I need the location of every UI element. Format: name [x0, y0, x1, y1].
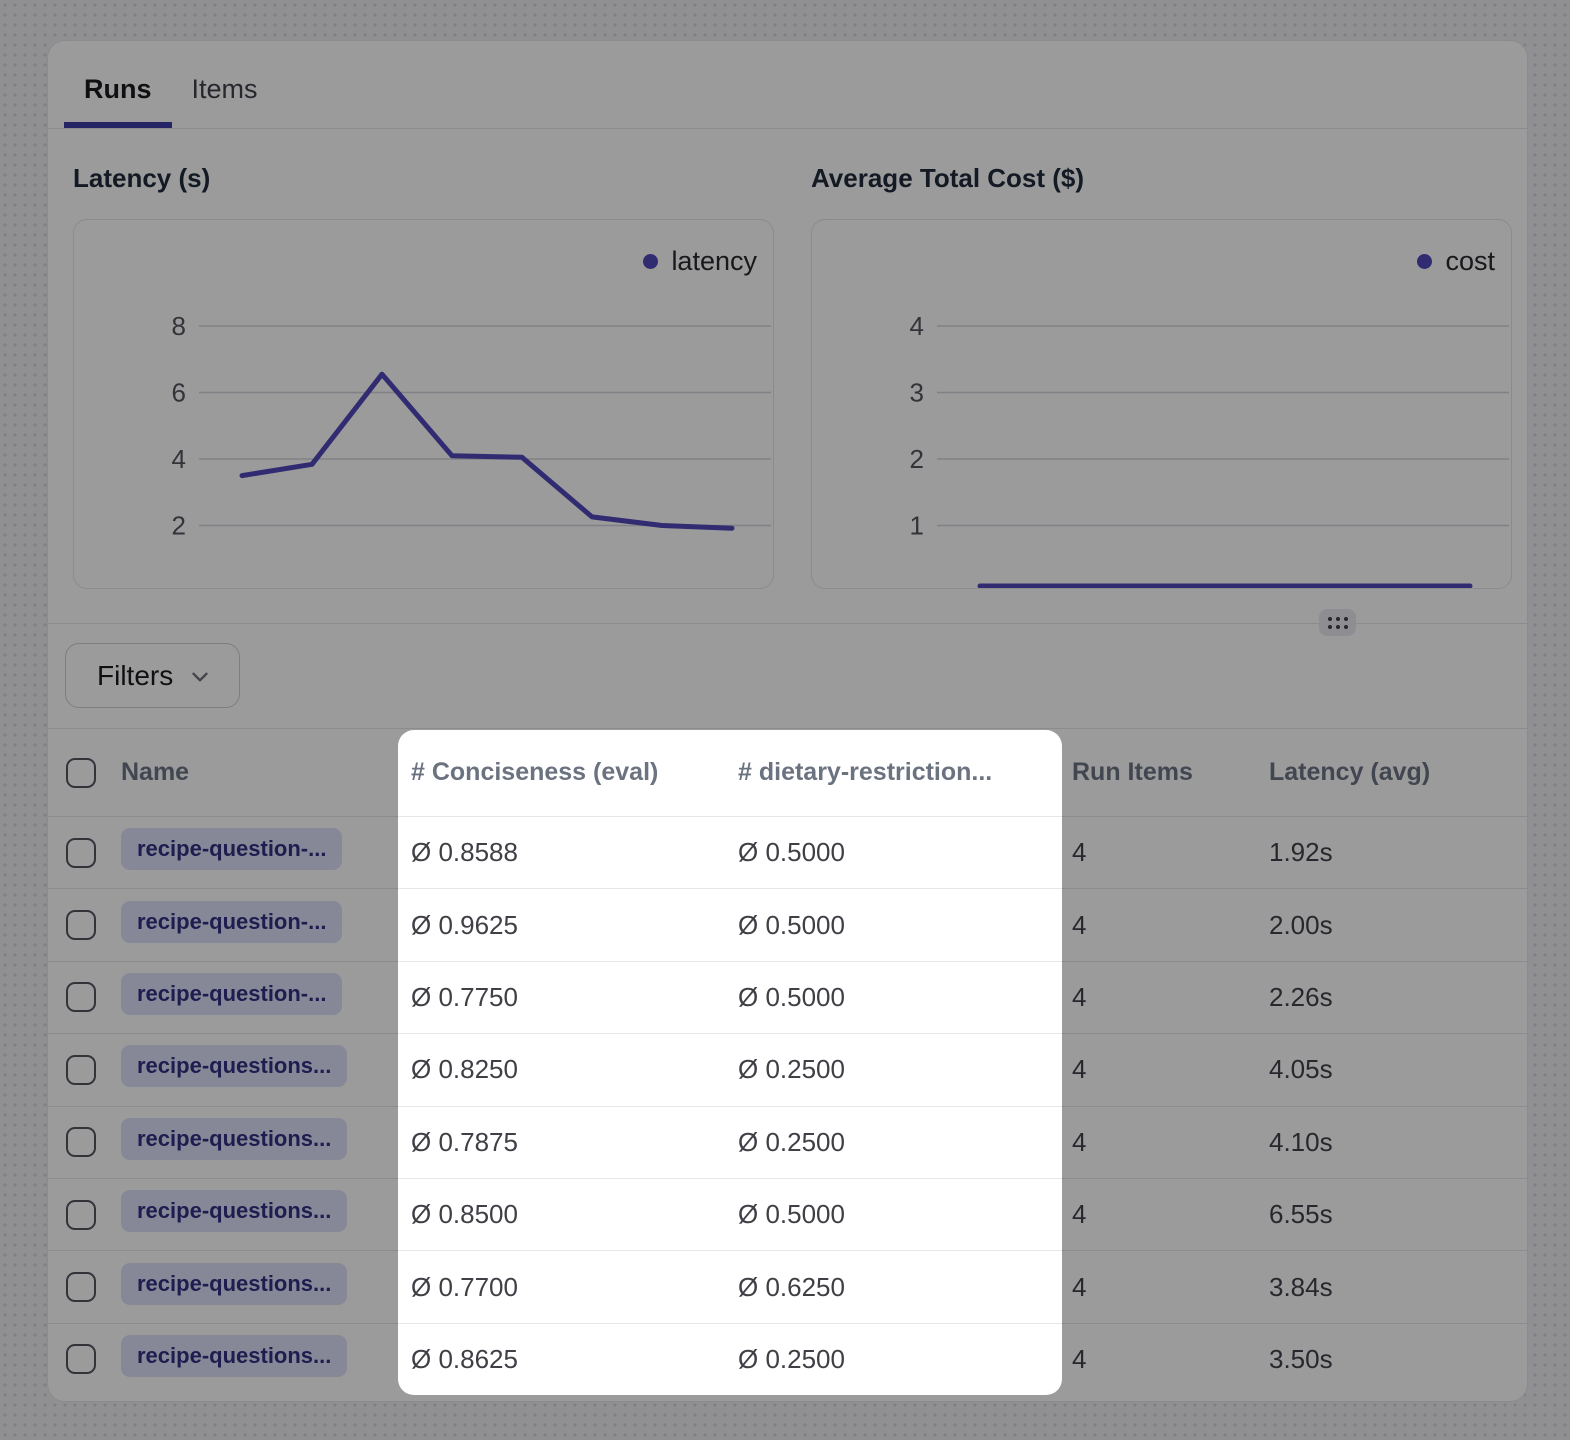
latency-legend-dot — [643, 254, 658, 269]
conciseness-value: Ø 0.8250 — [399, 1054, 730, 1085]
conciseness-value: Ø 0.7700 — [399, 1272, 730, 1303]
filters-button-label: Filters — [97, 660, 173, 692]
tab-runs[interactable]: Runs — [64, 59, 172, 128]
page-background: Runs Items Latency (s) Average Total Cos… — [0, 0, 1570, 1440]
row-checkbox[interactable] — [66, 910, 96, 940]
latency-value: 1.92s — [1260, 837, 1527, 868]
dietary-value: Ø 0.2500 — [730, 1127, 1063, 1158]
run-name-badge[interactable]: recipe-question-... — [121, 901, 342, 943]
run-items-value: 4 — [1063, 910, 1260, 941]
row-checkbox[interactable] — [66, 1055, 96, 1085]
run-items-value: 4 — [1063, 1127, 1260, 1158]
svg-text:2: 2 — [910, 444, 924, 474]
conciseness-value: Ø 0.8500 — [399, 1199, 730, 1230]
table-row: recipe-question-... Ø 0.8588 Ø 0.5000 4 … — [48, 816, 1527, 888]
latency-value: 2.26s — [1260, 982, 1527, 1013]
cost-chart-title: Average Total Cost ($) — [811, 163, 1084, 194]
row-checkbox[interactable] — [66, 1200, 96, 1230]
tab-items[interactable]: Items — [172, 59, 278, 128]
header-latency-avg[interactable]: Latency (avg) — [1260, 758, 1527, 787]
row-checkbox[interactable] — [66, 838, 96, 868]
dietary-value: Ø 0.5000 — [730, 982, 1063, 1013]
conciseness-value: Ø 0.7750 — [399, 982, 730, 1013]
svg-text:4: 4 — [172, 444, 186, 474]
table-row: recipe-questions... Ø 0.7700 Ø 0.6250 4 … — [48, 1250, 1527, 1322]
row-checkbox[interactable] — [66, 1127, 96, 1157]
latency-legend-label: latency — [671, 246, 757, 277]
latency-chart-title: Latency (s) — [73, 163, 210, 194]
conciseness-value: Ø 0.8625 — [399, 1344, 730, 1375]
run-items-value: 4 — [1063, 1054, 1260, 1085]
table-row: recipe-question-... Ø 0.7750 Ø 0.5000 4 … — [48, 961, 1527, 1033]
run-items-value: 4 — [1063, 982, 1260, 1013]
table-row: recipe-questions... Ø 0.8500 Ø 0.5000 4 … — [48, 1178, 1527, 1250]
grip-dots-icon — [1328, 617, 1348, 629]
tab-bar: Runs Items — [64, 59, 278, 128]
dietary-value: Ø 0.5000 — [730, 837, 1063, 868]
table-row: recipe-questions... Ø 0.7875 Ø 0.2500 4 … — [48, 1106, 1527, 1178]
filters-button[interactable]: Filters — [65, 643, 240, 708]
latency-value: 4.05s — [1260, 1054, 1527, 1085]
run-items-value: 4 — [1063, 1344, 1260, 1375]
cost-line-chart: 4 3 2 1 — [812, 220, 1512, 589]
latency-value: 6.55s — [1260, 1199, 1527, 1230]
cost-chart: 4 3 2 1 cost — [811, 219, 1512, 589]
chevron-down-icon — [187, 664, 213, 690]
tab-bar-divider — [48, 128, 1527, 129]
cost-legend-dot — [1417, 254, 1432, 269]
svg-text:6: 6 — [172, 378, 186, 408]
run-name-badge[interactable]: recipe-questions... — [121, 1045, 347, 1087]
dietary-value: Ø 0.5000 — [730, 1199, 1063, 1230]
dietary-value: Ø 0.2500 — [730, 1054, 1063, 1085]
run-name-badge[interactable]: recipe-question-... — [121, 973, 342, 1015]
row-checkbox[interactable] — [66, 1272, 96, 1302]
run-items-value: 4 — [1063, 1272, 1260, 1303]
conciseness-value: Ø 0.8588 — [399, 837, 730, 868]
header-dietary-restriction[interactable]: # dietary-restriction... — [730, 758, 1063, 787]
latency-value: 3.50s — [1260, 1344, 1527, 1375]
table-row: recipe-question-... Ø 0.9625 Ø 0.5000 4 … — [48, 888, 1527, 960]
dietary-value: Ø 0.2500 — [730, 1344, 1063, 1375]
header-conciseness[interactable]: # Conciseness (eval) — [399, 758, 730, 787]
latency-value: 3.84s — [1260, 1272, 1527, 1303]
run-name-badge[interactable]: recipe-questions... — [121, 1263, 347, 1305]
run-items-value: 4 — [1063, 837, 1260, 868]
dataset-runs-panel: Runs Items Latency (s) Average Total Cos… — [47, 40, 1528, 1402]
runs-table: Name # Conciseness (eval) # dietary-rest… — [48, 728, 1527, 1401]
svg-text:3: 3 — [910, 378, 924, 408]
svg-text:4: 4 — [910, 311, 924, 341]
run-items-value: 4 — [1063, 1199, 1260, 1230]
resize-grip-handle[interactable] — [1319, 609, 1356, 636]
run-name-badge[interactable]: recipe-questions... — [121, 1118, 347, 1160]
row-checkbox[interactable] — [66, 1344, 96, 1374]
cost-legend-label: cost — [1445, 246, 1495, 277]
run-name-badge[interactable]: recipe-question-... — [121, 828, 342, 870]
table-row: recipe-questions... Ø 0.8625 Ø 0.2500 4 … — [48, 1323, 1527, 1395]
svg-text:1: 1 — [910, 511, 924, 541]
table-header-row: Name # Conciseness (eval) # dietary-rest… — [48, 728, 1527, 816]
latency-value: 2.00s — [1260, 910, 1527, 941]
row-checkbox[interactable] — [66, 982, 96, 1012]
charts-table-divider — [48, 623, 1527, 624]
dietary-value: Ø 0.5000 — [730, 910, 1063, 941]
header-name[interactable]: Name — [120, 758, 399, 787]
svg-text:2: 2 — [172, 511, 186, 541]
svg-text:8: 8 — [172, 311, 186, 341]
select-all-checkbox[interactable] — [66, 758, 96, 788]
latency-legend: latency — [643, 246, 757, 277]
latency-value: 4.10s — [1260, 1127, 1527, 1158]
latency-chart: 8 6 4 2 latency — [73, 219, 774, 589]
table-row: recipe-questions... Ø 0.8250 Ø 0.2500 4 … — [48, 1033, 1527, 1105]
conciseness-value: Ø 0.9625 — [399, 910, 730, 941]
conciseness-value: Ø 0.7875 — [399, 1127, 730, 1158]
run-name-badge[interactable]: recipe-questions... — [121, 1335, 347, 1377]
header-run-items[interactable]: Run Items — [1063, 758, 1260, 787]
run-name-badge[interactable]: recipe-questions... — [121, 1190, 347, 1232]
dietary-value: Ø 0.6250 — [730, 1272, 1063, 1303]
cost-legend: cost — [1417, 246, 1495, 277]
